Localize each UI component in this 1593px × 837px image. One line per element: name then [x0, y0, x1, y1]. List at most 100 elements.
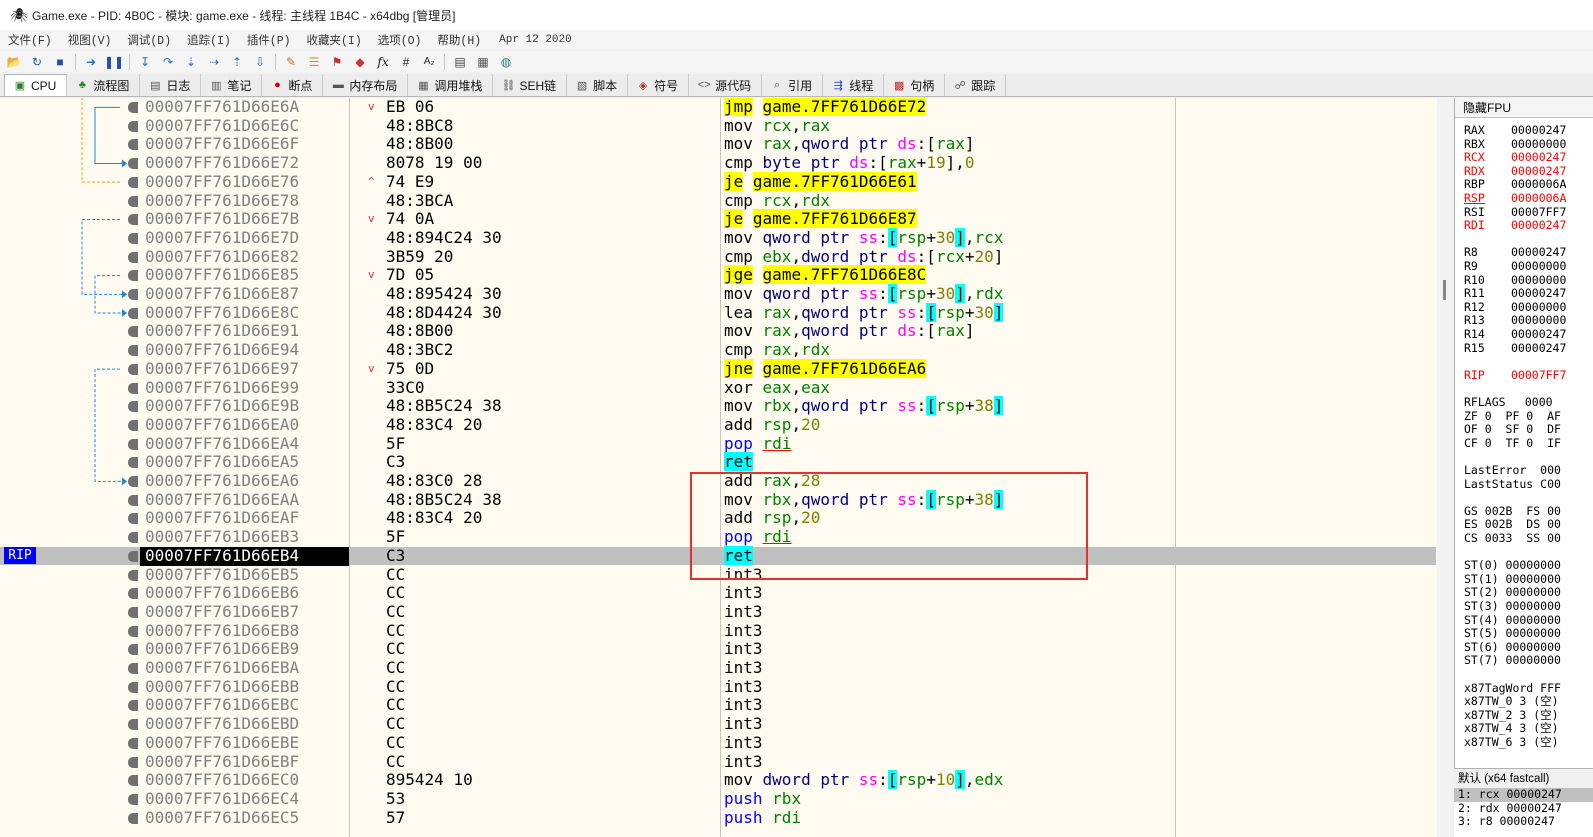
breakpoint-toggle[interactable] — [128, 513, 138, 525]
register-row[interactable]: R11 00000247 — [1464, 286, 1566, 301]
menu-item-2[interactable]: 调试(D) — [127, 32, 171, 48]
register-row[interactable]: x87TW_0 3 (空) — [1464, 695, 1559, 709]
disasm-row[interactable]: 00007FF761D66EAF 48:83C4 20 add rsp,20 — [0, 509, 1436, 528]
font-icon[interactable]: A₂ — [421, 54, 437, 70]
menu-item-3[interactable]: 追踪(I) — [187, 32, 231, 48]
breakpoint-toggle[interactable] — [128, 532, 138, 544]
register-row[interactable]: ES 002B DS 00 — [1464, 518, 1561, 532]
bookmark-icon[interactable]: ◆ — [352, 54, 368, 70]
register-row[interactable]: CS 0033 SS 00 — [1464, 531, 1561, 546]
breakpoint-toggle[interactable] — [128, 139, 138, 151]
breakpoint-toggle[interactable] — [128, 719, 138, 731]
register-row[interactable]: R14 00000247 — [1464, 327, 1566, 342]
breakpoint-toggle[interactable] — [128, 307, 138, 319]
stop-icon[interactable]: ■ — [52, 54, 68, 70]
register-row[interactable]: RBP 0000006A — [1464, 178, 1566, 192]
execute-till-return-icon[interactable]: ⇡ — [229, 54, 245, 70]
menu-item-0[interactable]: 文件(F) — [8, 32, 52, 48]
disasm-row[interactable]: 00007FF761D66EB6 CC int3 — [0, 583, 1436, 603]
disasm-row[interactable]: 00007FF761D66EBC CC int3 — [0, 696, 1436, 715]
breakpoint-toggle[interactable] — [128, 550, 138, 562]
disasm-row[interactable]: 00007FF761D66E7B v 74 0A je game.7FF761D66E… — [0, 209, 1436, 229]
menu-item-5[interactable]: 收藏夹(I) — [307, 32, 362, 48]
disasm-row[interactable]: 00007FF761D66E82 3B59 20 cmp ebx,dword ptr… — [0, 247, 1436, 267]
breakpoint-toggle[interactable] — [128, 700, 138, 712]
disasm-row[interactable]: 00007FF761D66EBF CC int3 — [0, 752, 1436, 772]
register-row[interactable]: x87TW_4 3 (空) — [1464, 722, 1559, 736]
tab-breakpoint[interactable]: ● 断点 — [262, 74, 324, 96]
breakpoint-toggle[interactable] — [128, 326, 138, 338]
register-row[interactable]: ZF 0 PF 0 AF — [1464, 409, 1561, 424]
disasm-row[interactable]: 00007FF761D66EB4 C3 ret — [0, 545, 1436, 566]
register-row[interactable]: ST(2) 00000000 — [1464, 586, 1561, 600]
tab-references[interactable]: ⌕ 引用 — [762, 74, 824, 96]
disasm-row[interactable]: 00007FF761D66E87 48:895424 30 mov qword pt… — [0, 284, 1436, 304]
breakpoint-toggle[interactable] — [128, 232, 138, 244]
breakpoint-toggle[interactable] — [128, 644, 138, 656]
register-row[interactable]: R12 00000000 — [1464, 300, 1566, 315]
register-row[interactable]: RSP 0000006A — [1464, 191, 1566, 206]
breakpoint-toggle[interactable] — [128, 756, 138, 768]
register-row[interactable]: RSI 00007FF7 — [1464, 205, 1566, 220]
breakpoint-toggle[interactable] — [128, 476, 138, 487]
disasm-row[interactable]: 00007FF761D66E6F 48:8B00 mov rax,qword ptr… — [0, 135, 1436, 154]
breakpoint-toggle[interactable] — [128, 681, 138, 693]
hash-icon[interactable]: # — [398, 54, 414, 70]
function-icon[interactable]: fx — [375, 54, 391, 70]
trace-into-icon[interactable]: ⇣ — [183, 54, 199, 70]
run-to-user-code-icon[interactable]: ⇩ — [252, 54, 268, 70]
trace-over-icon[interactable]: ⇢ — [206, 54, 222, 70]
disasm-row[interactable]: 00007FF761D66EB5 CC int3 — [0, 565, 1436, 585]
disasm-row[interactable]: 00007FF761D66EA6 48:83C0 28 add rax,28 — [0, 471, 1436, 491]
register-row[interactable]: OF 0 SF 0 DF — [1464, 423, 1561, 437]
register-row[interactable]: x87TagWord FFF — [1464, 681, 1561, 696]
breakpoint-toggle[interactable] — [128, 663, 138, 674]
register-row[interactable]: LastStatus C00 — [1464, 477, 1561, 492]
breakpoint-toggle[interactable] — [128, 102, 138, 113]
call-argument-row[interactable]: 1: rcx 00000247 — [1454, 788, 1593, 802]
disasm-row[interactable]: 00007FF761D66EB7 CC int3 — [0, 602, 1436, 622]
breakpoint-toggle[interactable] — [128, 438, 138, 450]
disassembly-view[interactable]: 00007FF761D66E6A v EB 06 jmp game.7FF761D66… — [0, 98, 1446, 837]
disasm-row[interactable]: 00007FF761D66E9B 48:8B5C24 38 mov rbx,qwor… — [0, 396, 1436, 416]
highlight-icon[interactable]: ✎ — [283, 54, 299, 70]
breakpoint-toggle[interactable] — [128, 812, 138, 824]
register-row[interactable]: ST(3) 00000000 — [1464, 599, 1561, 614]
menu-item-7[interactable]: 帮助(H) — [437, 32, 481, 48]
disasm-row[interactable]: 00007FF761D66EC5 57 push rdi — [0, 808, 1436, 828]
register-row[interactable]: R13 00000000 — [1464, 314, 1566, 328]
register-row[interactable]: GS 002B FS 00 — [1464, 504, 1561, 519]
register-row[interactable]: R8 00000247 — [1464, 246, 1566, 260]
breakpoint-toggle[interactable] — [128, 251, 138, 263]
register-row[interactable]: RCX 00000247 — [1464, 150, 1566, 165]
register-row[interactable]: ST(0) 00000000 — [1464, 559, 1561, 573]
breakpoint-toggle[interactable] — [128, 606, 138, 618]
calling-convention-select[interactable]: 默认 (x64 fastcall) — [1454, 768, 1593, 788]
breakpoint-toggle[interactable] — [128, 569, 138, 581]
register-row[interactable]: ST(6) 00000000 — [1464, 640, 1561, 655]
call-argument-row[interactable]: 3: r8 00000247 — [1454, 814, 1593, 829]
disasm-row[interactable]: 00007FF761D66EA0 48:83C4 20 add rsp,20 — [0, 415, 1436, 435]
tab-source[interactable]: <> 源代码 — [689, 74, 763, 96]
register-row[interactable]: LastError 000 — [1464, 463, 1561, 478]
breakpoint-toggle[interactable] — [128, 775, 138, 787]
tab-symbols[interactable]: ◈ 符号 — [628, 74, 690, 96]
breakpoint-toggle[interactable] — [128, 419, 138, 431]
memory-icon[interactable]: ▤ — [452, 54, 468, 70]
open-icon[interactable]: 📂 — [6, 54, 22, 70]
register-row[interactable]: RIP 00007FF7 — [1464, 368, 1566, 383]
register-row[interactable]: ST(1) 00000000 — [1464, 572, 1561, 587]
register-row[interactable]: R15 00000247 — [1464, 341, 1566, 356]
call-argument-row[interactable]: 2: rdx 00000247 — [1454, 801, 1593, 816]
breakpoint-toggle[interactable] — [128, 289, 138, 300]
breakpoint-toggle[interactable] — [128, 158, 138, 170]
disasm-row[interactable]: 00007FF761D66EBE CC int3 — [0, 733, 1436, 753]
restart-icon[interactable]: ↻ — [29, 54, 45, 70]
label-icon[interactable]: ⚑ — [329, 54, 345, 70]
breakpoint-toggle[interactable] — [128, 270, 138, 282]
register-row[interactable]: x87TW_2 3 (空) — [1464, 708, 1559, 723]
disasm-row[interactable]: 00007FF761D66E76 ^ 74 E9 je game.7FF761D66E… — [0, 171, 1436, 192]
disasm-row[interactable]: 00007FF761D66E6A v EB 06 jmp game.7FF761D66… — [0, 98, 1436, 117]
menu-item-6[interactable]: 选项(O) — [378, 32, 422, 48]
disasm-row[interactable]: 00007FF761D66EBD CC int3 — [0, 714, 1436, 734]
